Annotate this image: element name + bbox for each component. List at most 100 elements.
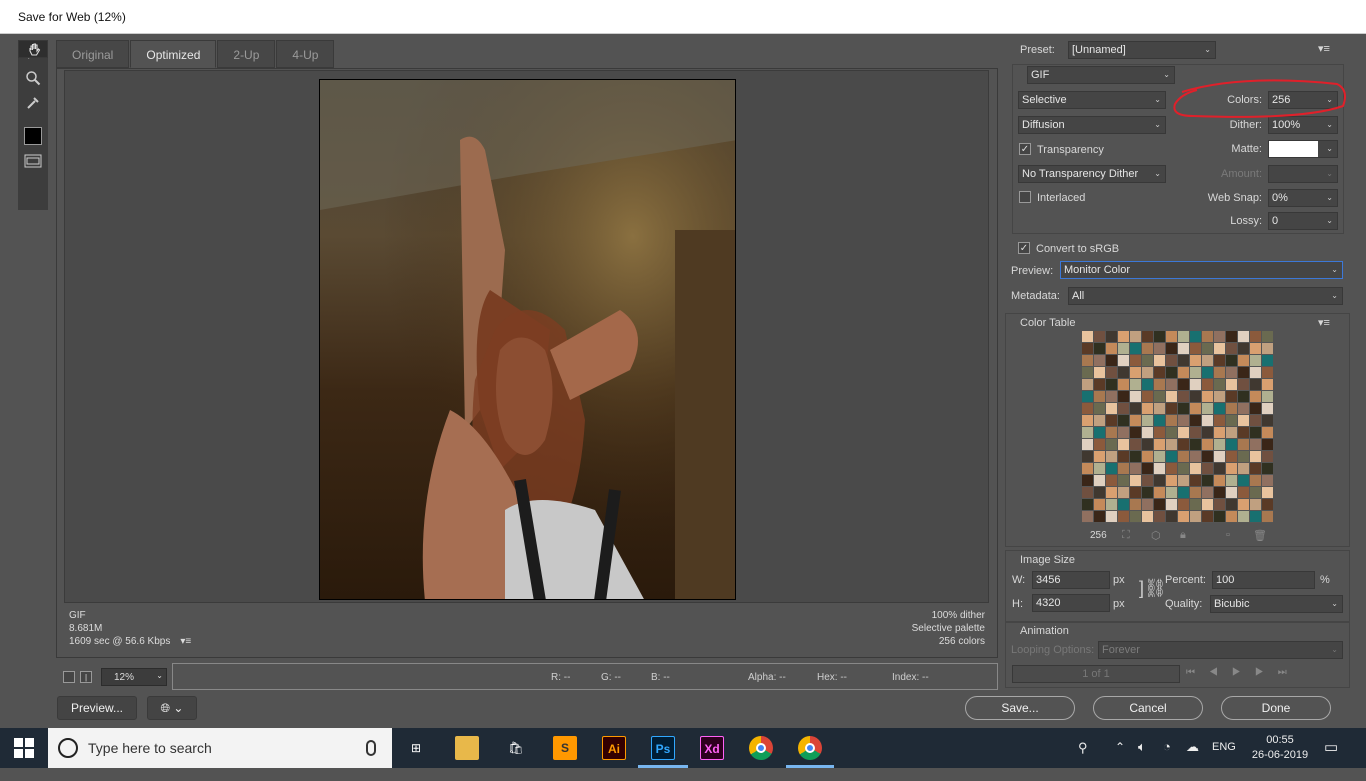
color-swatch[interactable] — [1142, 355, 1153, 366]
action-center-icon[interactable]: ▭ — [1324, 738, 1338, 778]
tab-2-up[interactable]: 2-Up — [217, 40, 276, 68]
color-swatch[interactable] — [1250, 451, 1261, 462]
delete-color-icon[interactable]: 🗑︎ — [1253, 529, 1267, 542]
color-swatch[interactable] — [1142, 439, 1153, 450]
network-icon[interactable]: ◔ — [1163, 739, 1171, 779]
color-swatch[interactable] — [1262, 439, 1273, 450]
color-swatch[interactable] — [1094, 427, 1105, 438]
color-swatch[interactable] — [1166, 391, 1177, 402]
color-swatch[interactable] — [1106, 487, 1117, 498]
cancel-button[interactable]: Cancel — [1093, 696, 1203, 720]
color-swatch[interactable] — [1238, 427, 1249, 438]
color-swatch[interactable] — [1094, 343, 1105, 354]
color-swatch[interactable] — [1190, 403, 1201, 414]
color-swatch[interactable] — [1166, 427, 1177, 438]
eyedropper-color-swatch[interactable] — [18, 123, 48, 148]
color-swatch[interactable] — [1190, 415, 1201, 426]
color-swatch[interactable] — [1202, 499, 1213, 510]
color-swatch[interactable] — [1250, 379, 1261, 390]
color-swatch[interactable] — [1166, 355, 1177, 366]
map-color-icon[interactable]: ⛶ — [1122, 529, 1130, 542]
color-swatch[interactable] — [1202, 475, 1213, 486]
color-swatch[interactable] — [1214, 499, 1225, 510]
color-swatch[interactable] — [1142, 427, 1153, 438]
clock[interactable]: 00:55 26-06-2019 — [1250, 733, 1310, 773]
color-swatch[interactable] — [1214, 331, 1225, 342]
color-swatch[interactable] — [1214, 451, 1225, 462]
color-swatch[interactable] — [1082, 463, 1093, 474]
color-swatch[interactable] — [1094, 391, 1105, 402]
color-swatch[interactable] — [1250, 391, 1261, 402]
color-swatch[interactable] — [1202, 367, 1213, 378]
color-swatch[interactable] — [1178, 511, 1189, 522]
color-swatch[interactable] — [1214, 439, 1225, 450]
color-swatch[interactable] — [1190, 379, 1201, 390]
color-swatch[interactable] — [1226, 463, 1237, 474]
color-swatch[interactable] — [1130, 451, 1141, 462]
color-swatch[interactable] — [1130, 355, 1141, 366]
color-swatch[interactable] — [1250, 367, 1261, 378]
color-swatch[interactable] — [1190, 343, 1201, 354]
add-color-icon[interactable]: ▫ — [1226, 529, 1230, 541]
color-swatch[interactable] — [1214, 415, 1225, 426]
color-swatch[interactable] — [1238, 475, 1249, 486]
color-swatch[interactable] — [1178, 427, 1189, 438]
color-swatch[interactable] — [1202, 391, 1213, 402]
color-swatch[interactable] — [1130, 427, 1141, 438]
color-swatch[interactable] — [1142, 415, 1153, 426]
color-swatch[interactable] — [1226, 511, 1237, 522]
color-swatch[interactable] — [1142, 475, 1153, 486]
color-swatch[interactable] — [1226, 499, 1237, 510]
color-swatch[interactable] — [1142, 499, 1153, 510]
prev-frame-icon[interactable]: ◀ — [1209, 667, 1232, 678]
color-swatch[interactable] — [1226, 379, 1237, 390]
color-swatch[interactable] — [1082, 331, 1093, 342]
color-swatch[interactable] — [1130, 391, 1141, 402]
color-swatch[interactable] — [1190, 427, 1201, 438]
color-swatch[interactable] — [1262, 343, 1273, 354]
color-swatch[interactable] — [1106, 331, 1117, 342]
color-swatch[interactable] — [1154, 487, 1165, 498]
first-frame-icon[interactable]: ⏮ — [1186, 667, 1209, 678]
color-swatch[interactable] — [1250, 511, 1261, 522]
convert-srgb-checkbox[interactable]: ✓ — [1018, 242, 1030, 254]
color-swatch[interactable] — [1094, 463, 1105, 474]
color-swatch[interactable] — [1082, 367, 1093, 378]
color-swatch[interactable] — [1130, 331, 1141, 342]
chrome-icon[interactable] — [749, 736, 773, 760]
color-swatch[interactable] — [1202, 511, 1213, 522]
color-swatch[interactable] — [1190, 475, 1201, 486]
color-swatch[interactable] — [1082, 511, 1093, 522]
color-swatch[interactable] — [1106, 475, 1117, 486]
transparency-checkbox[interactable]: ✓ — [1019, 143, 1031, 155]
color-swatch[interactable] — [1262, 475, 1273, 486]
color-swatch[interactable] — [1118, 463, 1129, 474]
zoom-out-button[interactable] — [63, 671, 75, 683]
color-swatch[interactable] — [1226, 451, 1237, 462]
color-swatch[interactable] — [1106, 355, 1117, 366]
color-swatch[interactable] — [1178, 343, 1189, 354]
color-swatch[interactable] — [1166, 451, 1177, 462]
preset-select[interactable]: [Unnamed] ⌄ — [1068, 41, 1216, 59]
color-swatch[interactable] — [1262, 427, 1273, 438]
color-swatch[interactable] — [1178, 403, 1189, 414]
color-swatch[interactable] — [1166, 331, 1177, 342]
color-swatch[interactable] — [1130, 415, 1141, 426]
tab-4-up[interactable]: 4-Up — [276, 40, 335, 68]
hand-tool-icon[interactable] — [18, 40, 48, 58]
transparency-dither-select[interactable]: No Transparency Dither ⌄ — [1018, 165, 1166, 183]
color-swatch[interactable] — [1178, 475, 1189, 486]
color-swatch[interactable] — [1202, 403, 1213, 414]
next-frame-icon[interactable]: ▶ — [1255, 667, 1278, 678]
color-swatch[interactable] — [1082, 403, 1093, 414]
onedrive-cloud-icon[interactable]: ☁ — [1186, 739, 1199, 779]
color-swatch[interactable] — [1082, 391, 1093, 402]
download-speed-menu-icon[interactable]: ▾≡ — [180, 636, 191, 647]
eyedropper-tool-icon[interactable] — [18, 90, 48, 115]
color-swatch[interactable] — [1094, 475, 1105, 486]
color-swatch[interactable] — [1118, 487, 1129, 498]
color-swatch[interactable] — [1130, 379, 1141, 390]
color-swatch[interactable] — [1130, 343, 1141, 354]
color-swatch[interactable] — [1118, 331, 1129, 342]
color-swatch[interactable] — [1262, 379, 1273, 390]
